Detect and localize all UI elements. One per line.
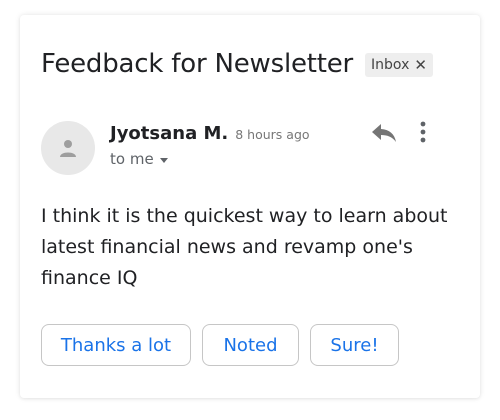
smart-reply-noted-button[interactable]: Noted [202, 324, 299, 366]
sender-line: Jyotsana M. 8 hours ago [110, 123, 310, 144]
avatar[interactable] [41, 121, 95, 175]
smart-replies: Thanks a lot Noted Sure! [41, 324, 410, 366]
email-subject: Feedback for Newsletter [41, 49, 354, 79]
reply-icon[interactable] [370, 121, 398, 145]
email-card: Feedback for Newsletter Inbox ✕ Jyotsana… [20, 15, 480, 398]
recipient-text: to me [110, 150, 154, 168]
chevron-down-icon[interactable] [159, 157, 168, 163]
inbox-label-chip[interactable]: Inbox ✕ [365, 53, 433, 77]
smart-reply-sure-button[interactable]: Sure! [310, 324, 399, 366]
email-body: I think it is the quickest way to learn … [41, 205, 448, 289]
sender-name[interactable]: Jyotsana M. [110, 123, 228, 144]
label-text: Inbox [371, 57, 410, 73]
close-icon[interactable]: ✕ [414, 57, 427, 73]
smart-reply-thanks-button[interactable]: Thanks a lot [41, 324, 191, 366]
subject-row: Feedback for Newsletter Inbox ✕ [41, 49, 433, 79]
person-icon [60, 140, 76, 157]
more-vertical-icon[interactable] [416, 121, 430, 143]
timestamp: 8 hours ago [235, 127, 310, 142]
recipient-dropdown[interactable]: to me [110, 150, 168, 168]
